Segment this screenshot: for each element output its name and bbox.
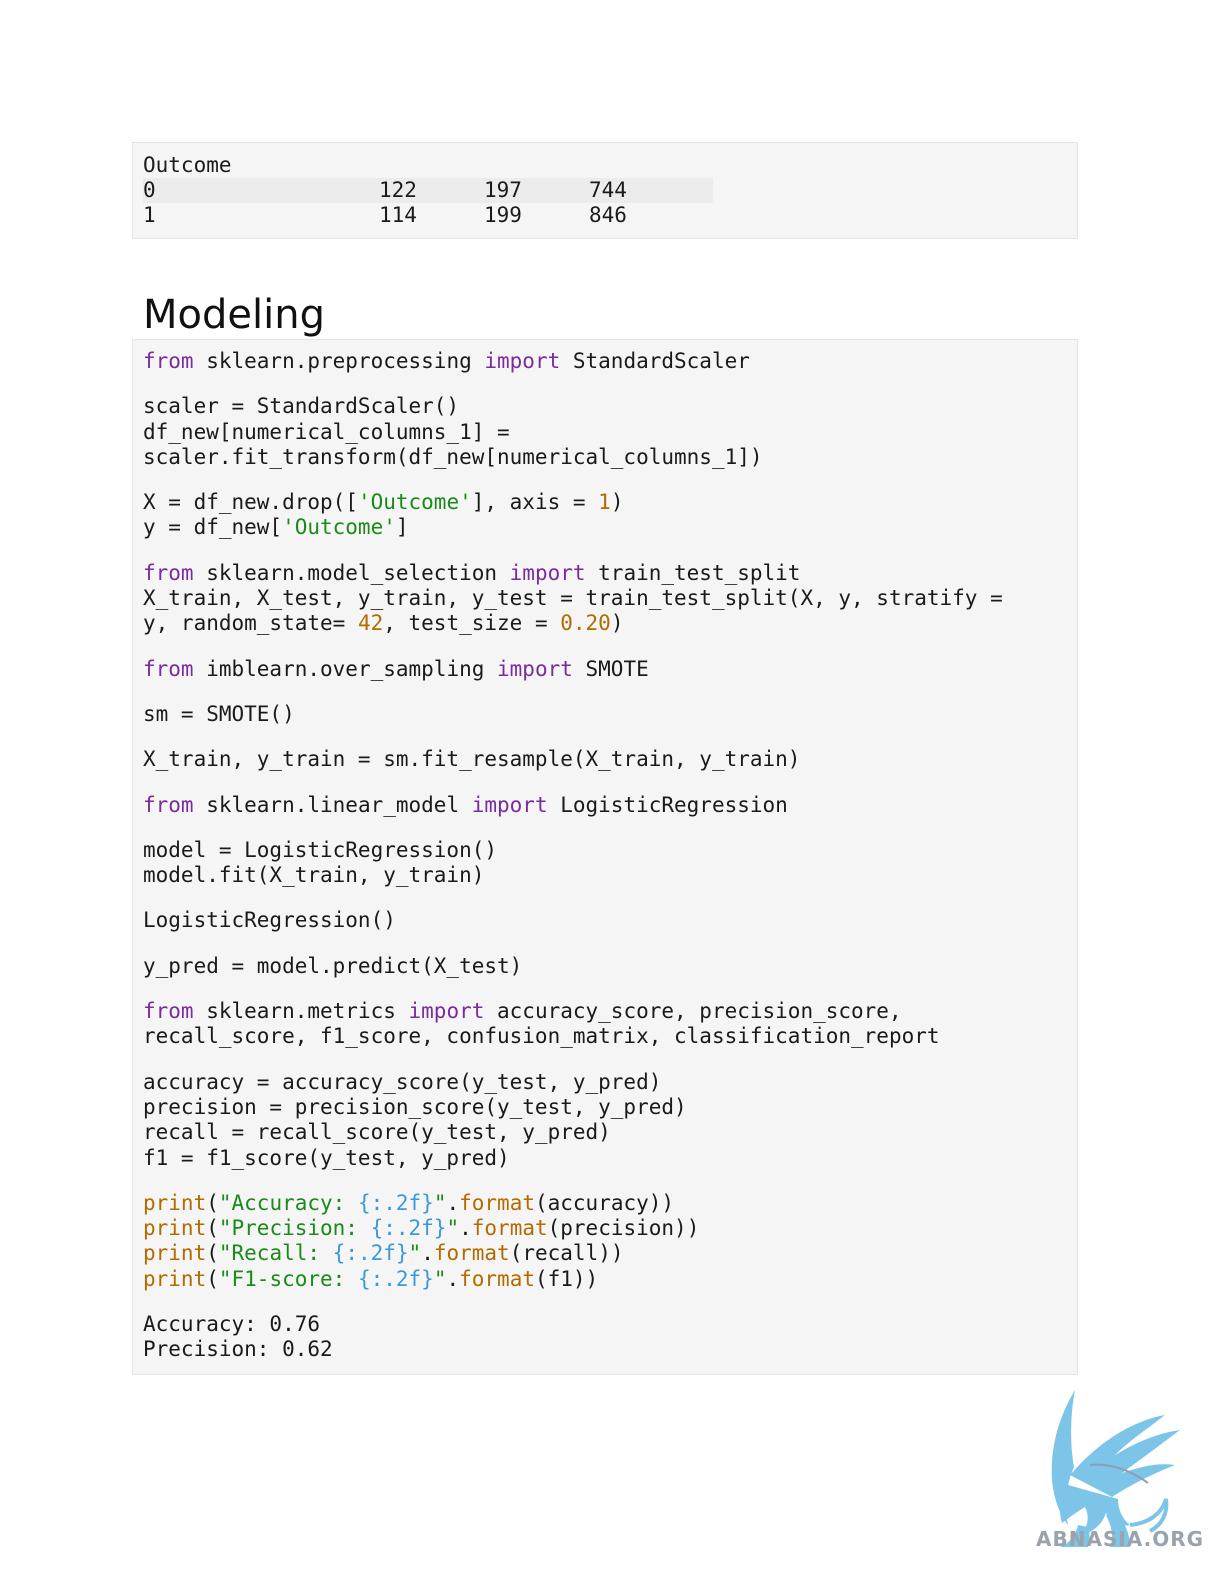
code-line: recall = recall_score(y_test, y_pred): [143, 1120, 611, 1145]
code-line: X_train, X_test, y_train, y_test = train…: [143, 586, 1003, 611]
code-line: scaler.fit_transform(df_new[numerical_co…: [143, 444, 763, 469]
row-value: 114: [379, 203, 417, 227]
section-heading: Modeling: [143, 292, 325, 338]
outcome-table: Outcome 0 122 197 744 1 114 199 846: [143, 153, 713, 228]
code-line: from sklearn.linear_model import Logisti…: [143, 792, 788, 817]
table-row: 1 114 199 846: [143, 203, 627, 228]
table-row: 0 122 197 744: [143, 178, 713, 203]
code-line: y = df_new['Outcome']: [143, 515, 409, 540]
code-line: scaler = StandardScaler(): [143, 394, 460, 419]
code-line: print("F1-score: {:.2f}".format(f1)): [143, 1266, 599, 1291]
code-line: print("Precision: {:.2f}".format(precisi…: [143, 1216, 700, 1241]
row-value: 122: [379, 178, 417, 202]
code-line: accuracy = accuracy_score(y_test, y_pred…: [143, 1069, 662, 1094]
code-line: from sklearn.metrics import accuracy_sco…: [143, 999, 902, 1024]
row-value: 197: [484, 178, 522, 202]
code-line: print("Accuracy: {:.2f}".format(accuracy…: [143, 1190, 675, 1215]
code-line: from imblearn.over_sampling import SMOTE: [143, 656, 649, 681]
code-line: from sklearn.preprocessing import Standa…: [143, 349, 750, 373]
row-value: 199: [484, 203, 522, 227]
code-line: X_train, y_train = sm.fit_resample(X_tra…: [143, 747, 801, 772]
code-line: recall_score, f1_score, confusion_matrix…: [143, 1024, 940, 1049]
code-line: model.fit(X_train, y_train): [143, 863, 485, 888]
row-shade: [143, 178, 713, 203]
code-line: model = LogisticRegression(): [143, 837, 498, 862]
code-listing: from sklearn.preprocessing import Standa…: [143, 349, 1003, 1363]
code-output: Precision: 0.62: [143, 1337, 333, 1362]
row-label: 0: [143, 178, 156, 202]
code-output: Accuracy: 0.76: [143, 1312, 321, 1337]
code-line: print("Recall: {:.2f}".format(recall)): [143, 1241, 624, 1266]
table-header-label: Outcome: [143, 153, 232, 177]
row-value: 846: [589, 203, 627, 227]
row-label: 1: [143, 203, 156, 227]
table-header: Outcome: [143, 153, 232, 178]
row-value: 744: [589, 178, 627, 202]
logo-text: ABNASIA.ORG: [1036, 1527, 1205, 1551]
code-block: from sklearn.preprocessing import Standa…: [132, 339, 1078, 1375]
code-line: df_new[numerical_columns_1] =: [143, 419, 510, 444]
code-line: f1 = f1_score(y_test, y_pred): [143, 1145, 510, 1170]
output-table-block: Outcome 0 122 197 744 1 114 199 846: [132, 142, 1078, 239]
code-line: precision = precision_score(y_test, y_pr…: [143, 1094, 687, 1119]
code-line: y, random_state= 42, test_size = 0.20): [143, 611, 624, 636]
code-output: LogisticRegression(): [143, 908, 396, 933]
code-line: X = df_new.drop(['Outcome'], axis = 1): [143, 490, 624, 515]
code-line: from sklearn.model_selection import trai…: [143, 560, 801, 585]
code-line: y_pred = model.predict(X_test): [143, 953, 523, 978]
code-line: sm = SMOTE(): [143, 701, 295, 726]
